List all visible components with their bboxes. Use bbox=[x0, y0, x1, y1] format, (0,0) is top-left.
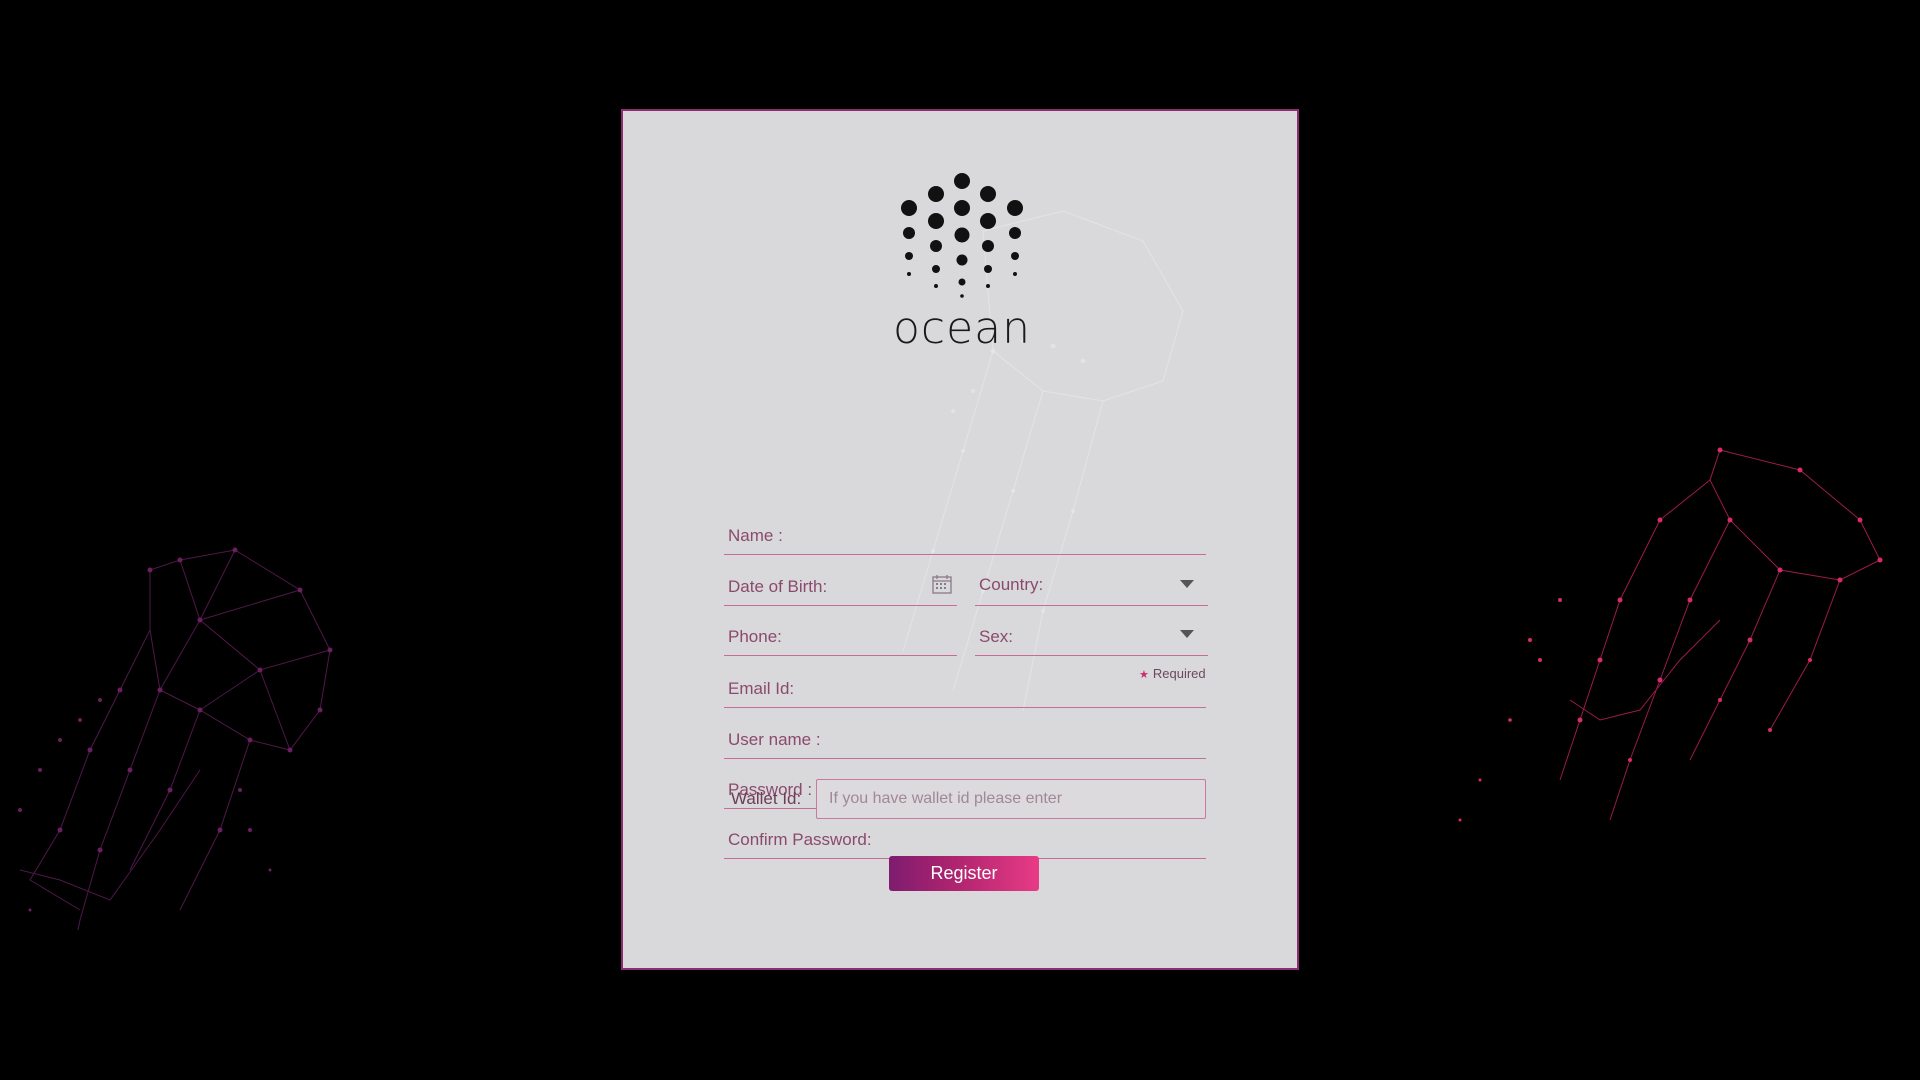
caret-down-icon[interactable] bbox=[1180, 574, 1194, 593]
email-field[interactable]: Email Id: bbox=[724, 663, 1206, 708]
registration-screen: ocean Name : Date of Birth: Country: Pho… bbox=[0, 0, 1920, 1080]
date-of-birth-field[interactable]: Date of Birth: bbox=[724, 561, 957, 606]
sex-label: Sex: bbox=[979, 627, 1014, 646]
jellyfish-left-illustration bbox=[18, 547, 333, 930]
date-of-birth-label: Date of Birth: bbox=[728, 577, 828, 596]
confirm-password-label: Confirm Password: bbox=[728, 830, 872, 849]
sex-select[interactable]: Sex: bbox=[975, 611, 1208, 656]
username-label: User name : bbox=[728, 730, 821, 749]
phone-field[interactable]: Phone: bbox=[724, 611, 957, 656]
calendar-icon[interactable] bbox=[931, 573, 953, 599]
wallet-id-input[interactable] bbox=[816, 779, 1206, 819]
caret-down-icon[interactable] bbox=[1180, 624, 1194, 643]
ocean-wordmark: ocean bbox=[892, 303, 1032, 354]
ocean-logo-icon bbox=[901, 173, 1023, 298]
country-select[interactable]: Country: bbox=[975, 561, 1208, 606]
email-label: Email Id: bbox=[728, 679, 795, 698]
country-label: Country: bbox=[979, 575, 1044, 594]
registration-panel: ocean Name : Date of Birth: Country: Pho… bbox=[621, 109, 1299, 970]
name-label: Name : bbox=[728, 526, 783, 545]
confirm-password-field[interactable]: Confirm Password: bbox=[724, 813, 1206, 859]
name-field[interactable]: Name : bbox=[724, 509, 1206, 555]
phone-label: Phone: bbox=[728, 627, 782, 646]
wallet-id-label: Wallet Id: bbox=[731, 789, 802, 808]
jellyfish-right-illustration bbox=[1458, 447, 1883, 822]
register-button[interactable]: Register bbox=[889, 856, 1039, 891]
username-field[interactable]: User name : bbox=[724, 714, 1206, 759]
